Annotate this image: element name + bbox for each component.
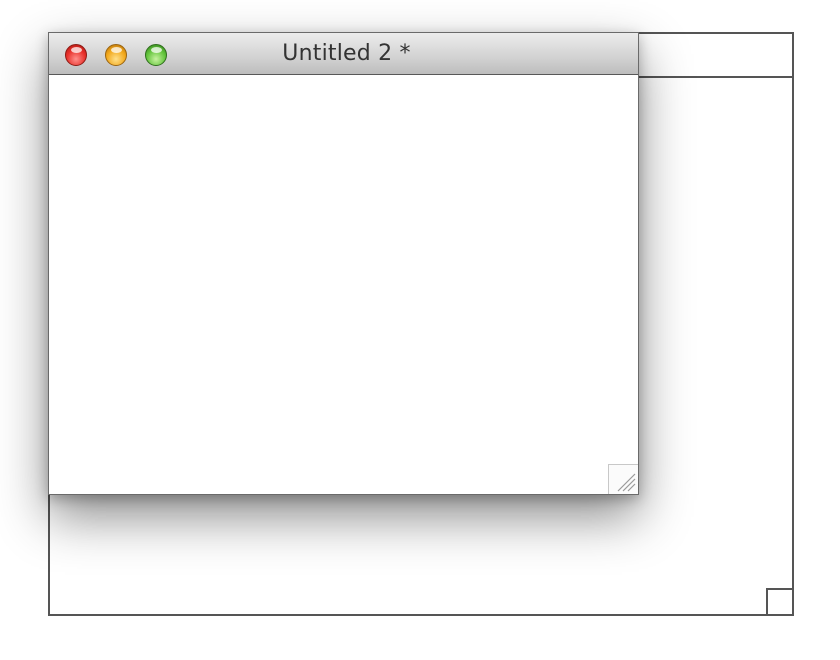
document-window[interactable]: Untitled 2 * [48,32,639,495]
window-titlebar[interactable]: Untitled 2 * [49,33,638,75]
background-window-resize-box-icon[interactable] [766,588,794,616]
document-content-area[interactable] [49,75,638,494]
resize-grip-lines [617,473,636,492]
resize-grip-icon[interactable] [608,464,638,494]
desktop-stage: Untitled 2 * [0,0,840,660]
window-title: Untitled 2 * [282,41,411,66]
